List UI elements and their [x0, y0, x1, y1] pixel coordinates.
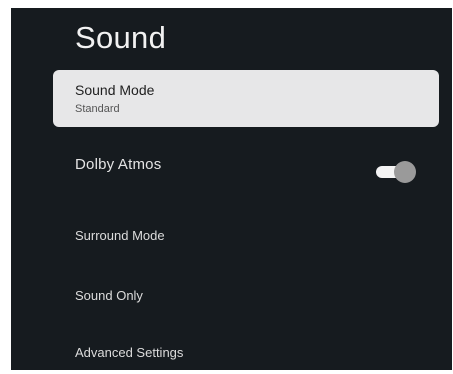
menu-item-sound-only[interactable]: Sound Only	[53, 274, 439, 332]
menu-item-advanced-settings[interactable]: Advanced Settings	[53, 332, 439, 370]
menu-item-label: Sound Only	[75, 288, 143, 303]
menu-item-label: Advanced Settings	[75, 345, 184, 360]
menu-item-value: Standard	[75, 103, 120, 115]
dolby-atmos-toggle[interactable]	[376, 161, 416, 183]
menu-item-label: Surround Mode	[75, 228, 165, 243]
toggle-knob	[394, 161, 416, 183]
menu-item-label: Dolby Atmos	[75, 156, 162, 173]
menu-item-sound-mode[interactable]: Sound Mode Standard	[53, 70, 439, 127]
menu-item-label: Sound Mode	[75, 82, 155, 98]
menu-item-dolby-atmos[interactable]: Dolby Atmos	[53, 140, 439, 198]
sound-settings-screen: Sound Sound Mode Standard Dolby Atmos Su…	[11, 8, 452, 370]
page-title: Sound	[75, 20, 167, 55]
menu-item-surround-mode[interactable]: Surround Mode	[53, 214, 439, 272]
